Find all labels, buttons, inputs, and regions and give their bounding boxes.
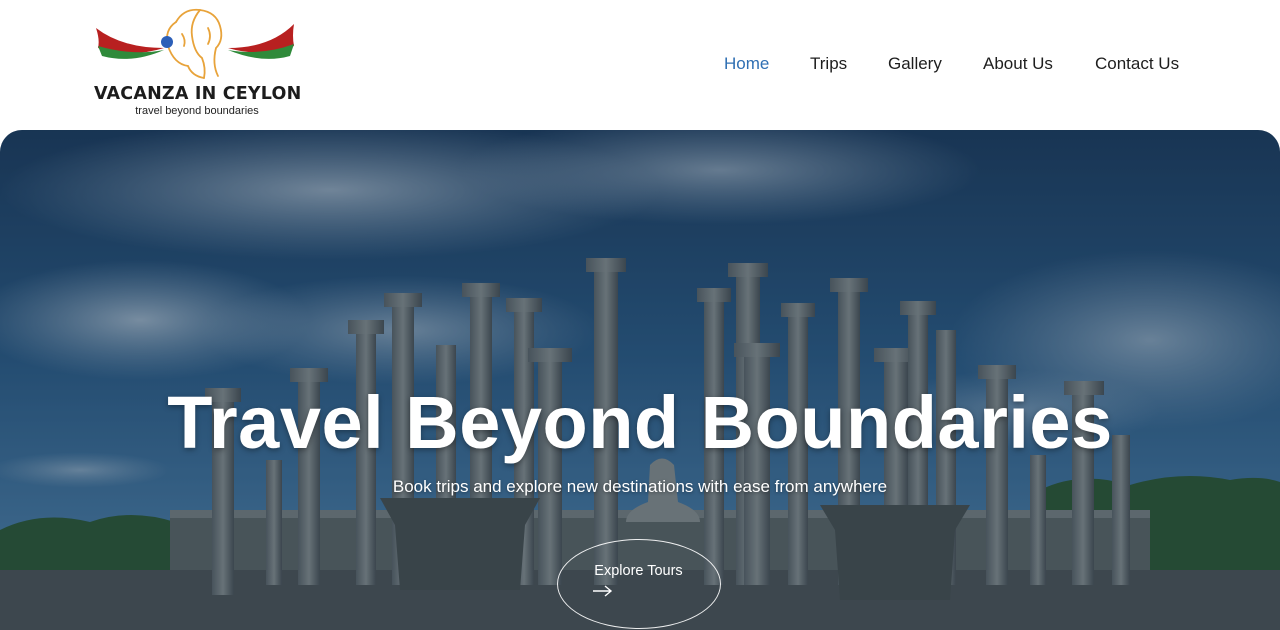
nav-item-contact-us[interactable]: Contact Us: [1095, 54, 1179, 74]
explore-tours-label: Explore Tours: [594, 563, 683, 579]
hero-section: Travel Beyond Boundaries Book trips and …: [0, 130, 1280, 630]
brand-name: VACANZA IN CEYLON: [94, 84, 302, 104]
arrow-right-icon: [592, 584, 614, 602]
nav-item-home[interactable]: Home: [724, 54, 769, 74]
site-header: VACANZA IN CEYLON travel beyond boundari…: [0, 0, 1280, 130]
nav-item-about-us[interactable]: About Us: [983, 54, 1053, 74]
nav-item-gallery[interactable]: Gallery: [888, 54, 942, 74]
hero-title: Travel Beyond Boundaries: [167, 381, 1113, 464]
main-nav: Home Trips Gallery About Us Contact Us: [0, 54, 1280, 78]
explore-tours-button[interactable]: Explore Tours: [557, 539, 721, 629]
hero-subtitle: Book trips and explore new destinations …: [392, 477, 888, 496]
nav-item-trips[interactable]: Trips: [810, 54, 847, 74]
brand-tagline: travel beyond boundaries: [135, 105, 259, 117]
